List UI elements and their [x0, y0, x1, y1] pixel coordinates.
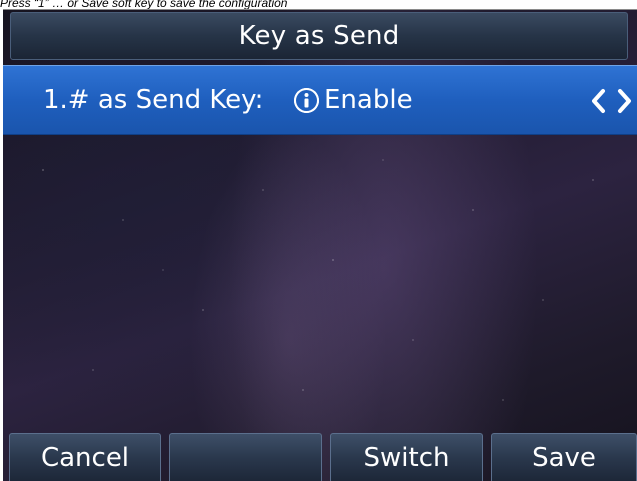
chevron-right-icon[interactable]: [615, 86, 635, 116]
switch-button[interactable]: Switch: [330, 433, 483, 481]
phone-screen: Key as Send 1.# as Send Key: Enable Canc…: [3, 9, 637, 481]
list-item-send-key[interactable]: 1.# as Send Key: Enable: [3, 65, 637, 135]
cancel-button[interactable]: Cancel: [9, 433, 161, 481]
info-icon[interactable]: [294, 88, 319, 113]
title-bar: Key as Send: [10, 12, 628, 60]
save-button[interactable]: Save: [491, 433, 637, 481]
list-item-label: 1.# as Send Key:: [43, 85, 264, 115]
softkey-bar: Cancel Switch Save: [3, 433, 637, 481]
list-item-value: Enable: [324, 85, 413, 115]
blank-softkey-button[interactable]: [169, 433, 322, 481]
chevron-left-icon[interactable]: [588, 86, 608, 116]
document-caption: Press “1” … or Save soft key to save the…: [0, 0, 637, 9]
page-title: Key as Send: [238, 21, 400, 51]
